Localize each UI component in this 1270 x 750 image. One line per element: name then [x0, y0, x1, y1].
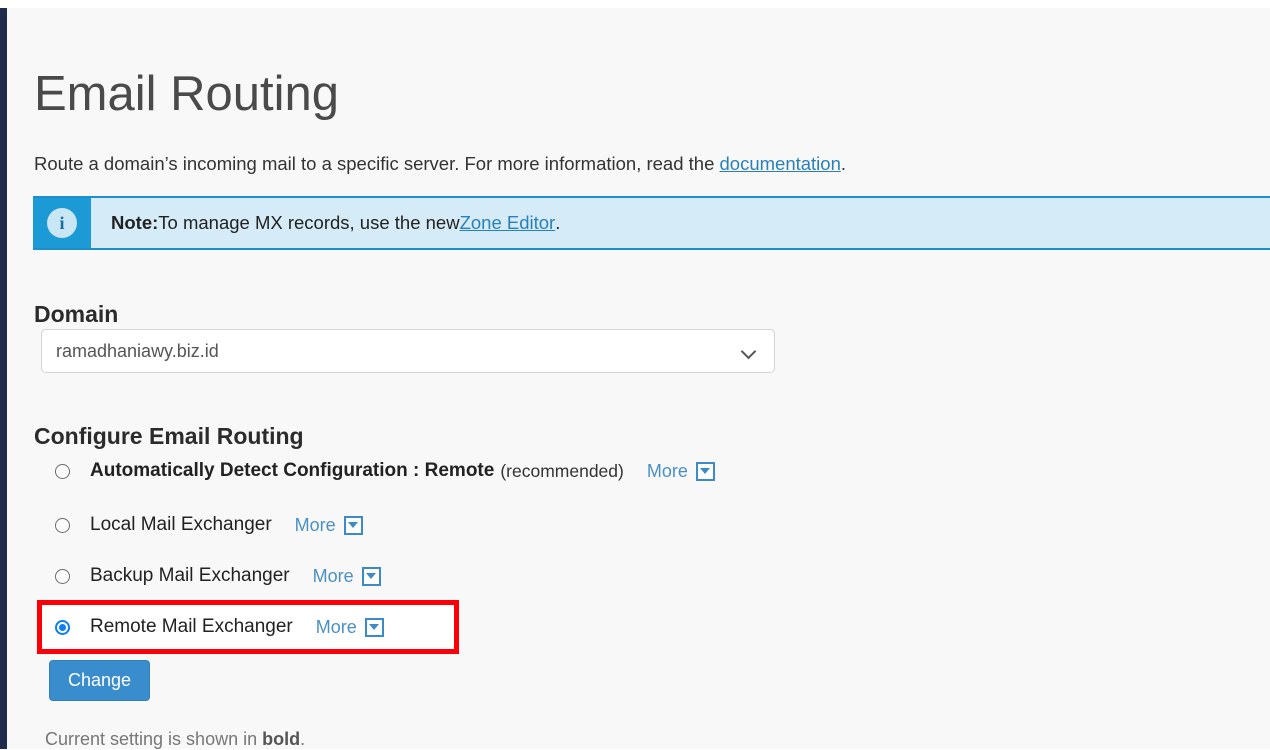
page-description: Route a domain’s incoming mail to a spec…: [34, 153, 846, 175]
radio-label-auto-detect: Automatically Detect Configuration : Rem…: [90, 460, 495, 481]
footnote-text-after: .: [300, 729, 306, 749]
radio-row-remote-mail-exchanger[interactable]: Remote Mail Exchanger More: [55, 614, 384, 640]
zone-editor-link[interactable]: Zone Editor: [460, 212, 556, 234]
domain-select-wrapper: ramadhaniawy.biz.id: [41, 329, 775, 373]
page-description-text: Route a domain’s incoming mail to a spec…: [34, 152, 720, 174]
caret-down-icon-remote-mail-exchanger[interactable]: [364, 617, 384, 637]
radio-row-auto-detect[interactable]: Automatically Detect Configuration : Rem…: [55, 458, 715, 484]
top-white-strip: [0, 0, 1270, 8]
radio-local-mail-exchanger[interactable]: [55, 517, 70, 533]
current-setting-footnote: Current setting is shown in bold.: [45, 729, 305, 750]
radio-row-backup-mail-exchanger[interactable]: Backup Mail Exchanger More: [55, 563, 381, 589]
radio-label-remote-mail-exchanger: Remote Mail Exchanger: [90, 616, 293, 637]
chevron-down-icon: [742, 344, 756, 358]
more-label-auto-detect: More: [646, 460, 688, 481]
info-icon: i: [47, 208, 77, 238]
note-text-before: To manage MX records, use the new: [158, 212, 460, 233]
radio-auto-detect[interactable]: [55, 463, 70, 479]
note-text-after: .: [555, 212, 561, 233]
page-description-period: .: [840, 152, 847, 174]
domain-select[interactable]: ramadhaniawy.biz.id: [41, 329, 775, 373]
page-content: Email Routing Route a domain’s incoming …: [7, 8, 1270, 749]
more-label-backup-mail-exchanger: More: [312, 565, 354, 586]
radio-remote-mail-exchanger[interactable]: [55, 619, 70, 635]
more-toggle-remote-mail-exchanger[interactable]: More: [316, 617, 384, 638]
domain-heading: Domain: [34, 301, 119, 328]
footnote-bold-word: bold: [262, 729, 301, 749]
left-nav-rail: [0, 8, 7, 749]
app-window: Email Routing Route a domain’s incoming …: [0, 0, 1270, 749]
radio-suffix-auto-detect: (recommended): [500, 460, 624, 481]
radio-backup-mail-exchanger[interactable]: [55, 568, 70, 584]
caret-down-icon-local-mail-exchanger[interactable]: [343, 515, 363, 535]
radio-label-backup-mail-exchanger: Backup Mail Exchanger: [90, 565, 290, 586]
radio-label-local-mail-exchanger: Local Mail Exchanger: [90, 514, 272, 535]
caret-down-icon-backup-mail-exchanger[interactable]: [361, 566, 381, 586]
note-banner: i Note: To manage MX records, use the ne…: [33, 196, 1270, 250]
domain-select-value: ramadhaniawy.biz.id: [56, 340, 219, 361]
footnote-text-before: Current setting is shown in: [45, 729, 263, 749]
note-banner-text: Note: To manage MX records, use the new …: [91, 198, 1270, 248]
configure-email-routing-heading: Configure Email Routing: [34, 423, 304, 450]
radio-row-local-mail-exchanger[interactable]: Local Mail Exchanger More: [55, 512, 363, 538]
page-title: Email Routing: [34, 66, 340, 121]
caret-down-icon-auto-detect[interactable]: [695, 461, 715, 481]
more-label-remote-mail-exchanger: More: [315, 616, 357, 637]
change-button[interactable]: Change: [49, 660, 150, 701]
more-label-local-mail-exchanger: More: [294, 514, 336, 535]
note-label: Note:: [111, 212, 159, 233]
documentation-link[interactable]: documentation: [720, 153, 841, 174]
more-toggle-backup-mail-exchanger[interactable]: More: [313, 566, 381, 587]
note-icon-container: i: [33, 198, 91, 248]
more-toggle-local-mail-exchanger[interactable]: More: [295, 515, 363, 536]
more-toggle-auto-detect[interactable]: More: [647, 461, 715, 482]
